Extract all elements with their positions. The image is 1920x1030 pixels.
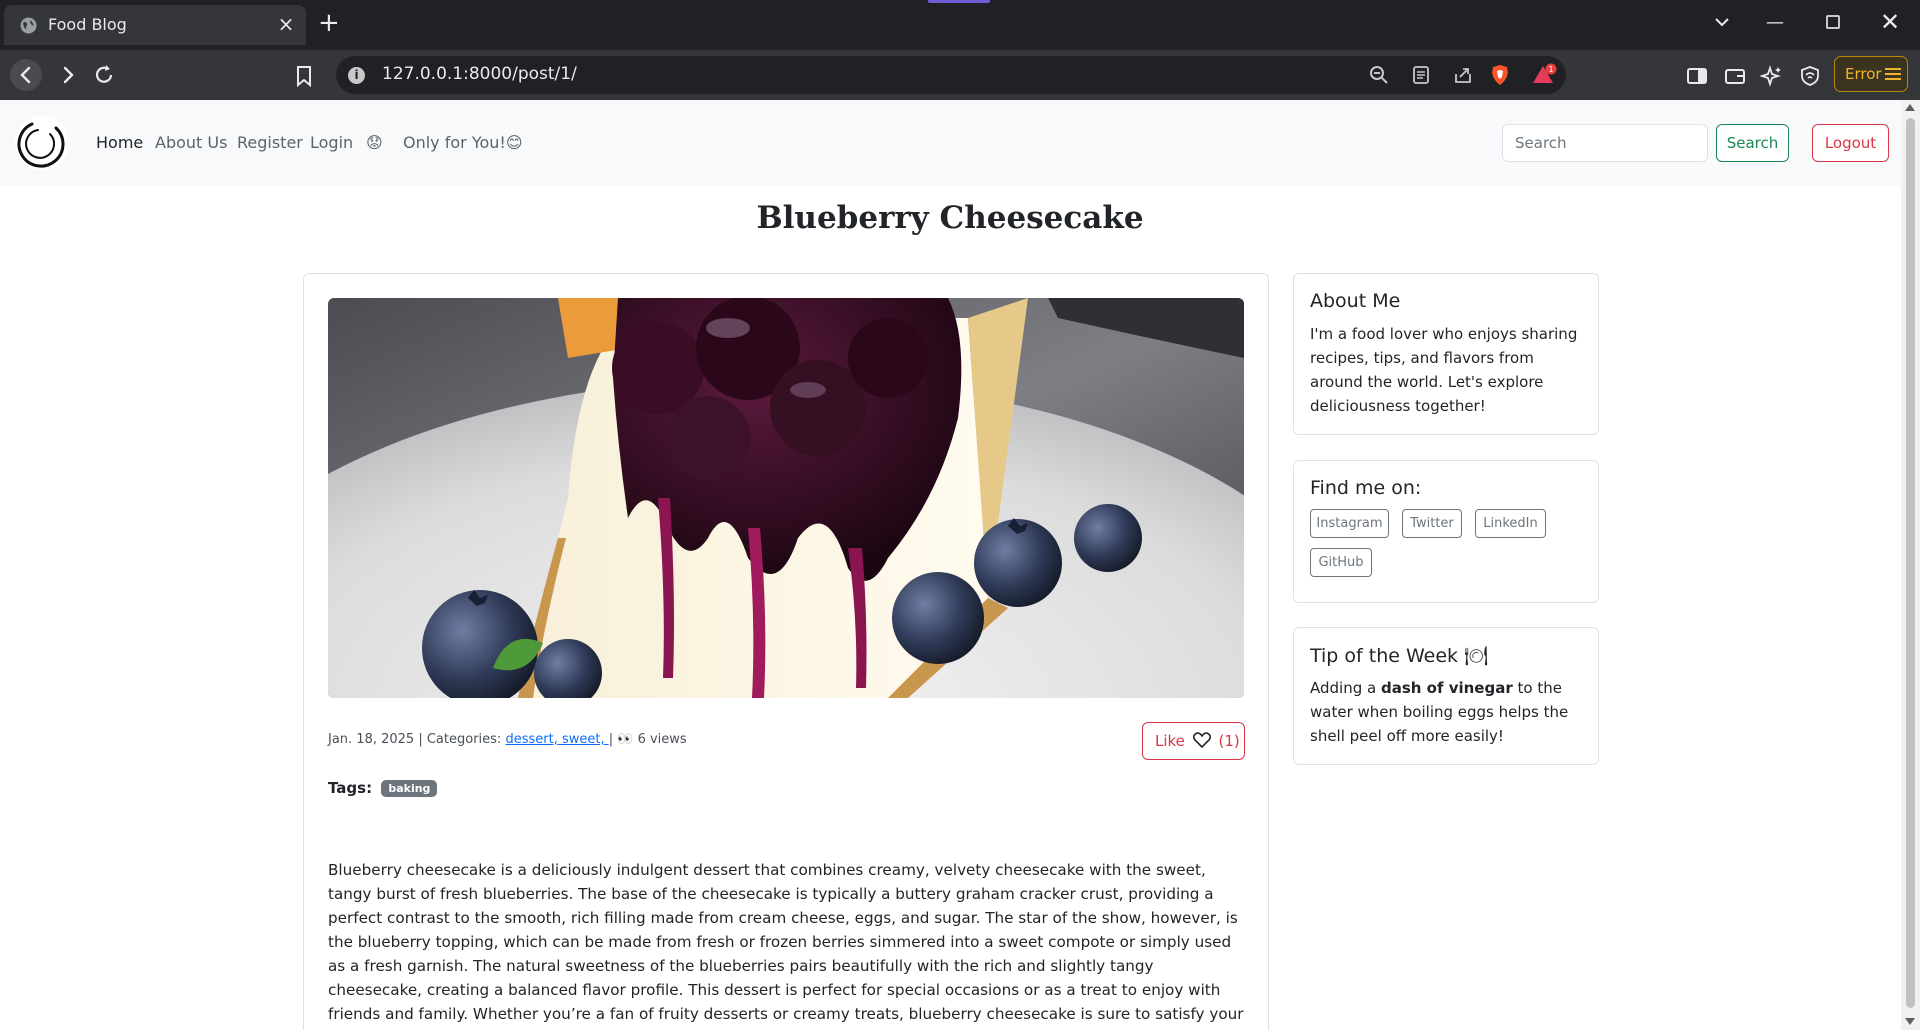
forward-button[interactable] <box>52 59 84 91</box>
tags-label: Tags: <box>328 779 373 797</box>
about-text: I'm a food lover who enjoys sharing reci… <box>1310 325 1578 415</box>
share-icon[interactable] <box>1452 64 1474 86</box>
site-navbar: Home About Us Register Login 😟 Only for … <box>0 100 1901 186</box>
eyes-icon: 👀 <box>617 732 634 747</box>
tip-title: Tip of the Week 🍽 <box>1310 645 1489 667</box>
logout-button[interactable]: Logout <box>1812 124 1889 162</box>
tip-of-week-card: Tip of the Week 🍽 Adding a dash of vineg… <box>1293 627 1599 765</box>
window-close-icon[interactable]: ✕ <box>1880 8 1900 36</box>
heart-icon <box>1192 732 1211 749</box>
scroll-down-arrow-icon[interactable] <box>1905 1018 1915 1025</box>
notification-count: 1 <box>1548 65 1553 74</box>
address-bar[interactable]: i 127.0.0.1:8000/post/1/ 1 <box>336 56 1566 94</box>
nav-emoji-link[interactable]: 😟 <box>366 133 383 152</box>
globe-icon <box>20 17 37 34</box>
site-logo[interactable] <box>12 112 72 174</box>
wallet-icon[interactable] <box>1723 64 1747 88</box>
site-info-icon[interactable]: i <box>348 67 365 84</box>
find-me-card: Find me on: Instagram Twitter LinkedIn G… <box>1293 460 1599 603</box>
browser-tab-strip: Food Blog × + — ✕ <box>0 0 1920 50</box>
cheesecake-photo <box>328 298 1244 698</box>
post-date: Jan. 18, 2025 <box>328 732 415 747</box>
tab-title: Food Blog <box>48 15 127 34</box>
maximize-icon[interactable] <box>1826 15 1840 29</box>
hamburger-menu-icon <box>1885 68 1901 80</box>
reload-button[interactable] <box>88 59 120 91</box>
zoom-icon[interactable] <box>1368 64 1390 86</box>
page-scrollbar[interactable] <box>1901 100 1920 1030</box>
new-tab-icon[interactable]: + <box>318 10 340 36</box>
linkedin-button[interactable]: LinkedIn <box>1475 509 1546 538</box>
tab-search-chevron-icon[interactable] <box>1714 14 1730 30</box>
scrollbar-thumb[interactable] <box>1906 118 1915 1008</box>
nav-about-link[interactable]: About Us <box>155 133 227 152</box>
forward-arrow-icon <box>63 66 74 84</box>
nav-only-for-you-link[interactable]: Only for You!😊 <box>403 133 523 152</box>
like-count: (1) <box>1218 732 1240 750</box>
scroll-up-arrow-icon[interactable] <box>1905 104 1915 111</box>
post-title: Blueberry Cheesecake <box>756 200 1144 236</box>
url-text[interactable]: 127.0.0.1:8000/post/1/ <box>382 64 577 84</box>
tip-text: Adding a dash of vinegar to the water wh… <box>1310 676 1586 748</box>
twitter-button[interactable]: Twitter <box>1402 509 1462 538</box>
vpn-icon[interactable] <box>1798 64 1822 88</box>
back-arrow-icon <box>20 66 31 84</box>
nav-home-link[interactable]: Home <box>96 133 143 152</box>
search-input[interactable] <box>1502 124 1708 162</box>
categories-link[interactable]: dessert, sweet, <box>505 732 608 747</box>
browser-tab[interactable]: Food Blog × <box>4 5 306 45</box>
nav-login-link[interactable]: Login <box>310 133 353 152</box>
page-viewport: Home About Us Register Login 😟 Only for … <box>0 100 1901 1030</box>
tip-text-bold: dash of vinegar <box>1380 679 1513 697</box>
error-menu-button[interactable]: Error <box>1834 56 1908 92</box>
instagram-button[interactable]: Instagram <box>1310 509 1389 538</box>
post-body: Blueberry cheesecake is a deliciously in… <box>328 861 1244 1030</box>
like-button[interactable]: Like (1) <box>1142 722 1245 760</box>
post-meta: Jan. 18, 2025 | Categories: dessert, swe… <box>328 732 687 747</box>
categories-label: | Categories: <box>418 732 502 747</box>
brave-shield-icon[interactable] <box>1488 63 1512 87</box>
error-label: Error <box>1845 65 1882 83</box>
views-separator: | <box>608 732 614 747</box>
about-me-card: About Me I'm a food lover who enjoys sha… <box>1293 273 1599 435</box>
tag-badge[interactable]: baking <box>381 780 438 797</box>
nav-register-link[interactable]: Register <box>237 133 303 152</box>
search-button[interactable]: Search <box>1716 124 1789 162</box>
brave-rewards-icon[interactable]: 1 <box>1532 63 1558 87</box>
about-title: About Me <box>1310 290 1401 312</box>
reader-mode-icon[interactable] <box>1410 64 1432 86</box>
sidebar-toggle-icon[interactable] <box>1685 64 1709 88</box>
github-button[interactable]: GitHub <box>1310 548 1372 577</box>
bookmark-icon <box>297 66 311 88</box>
tab-close-icon[interactable]: × <box>276 13 296 35</box>
post-card: Jan. 18, 2025 | Categories: dessert, swe… <box>303 273 1269 1030</box>
bookmark-button[interactable] <box>290 62 318 90</box>
tip-text-pre: Adding a <box>1310 679 1381 697</box>
post-views: 6 views <box>637 732 687 747</box>
find-title: Find me on: <box>1310 477 1422 499</box>
tags-row: Tags: baking <box>328 779 438 797</box>
like-label: Like <box>1155 732 1185 750</box>
browser-toolbar: i 127.0.0.1:8000/post/1/ 1 Error <box>0 50 1920 100</box>
leo-ai-icon[interactable] <box>1760 64 1784 88</box>
reload-icon <box>95 65 113 83</box>
tab-drag-indicator <box>928 0 990 3</box>
minimize-icon[interactable]: — <box>1766 12 1784 33</box>
back-button[interactable] <box>10 59 42 91</box>
post-image <box>328 298 1244 698</box>
